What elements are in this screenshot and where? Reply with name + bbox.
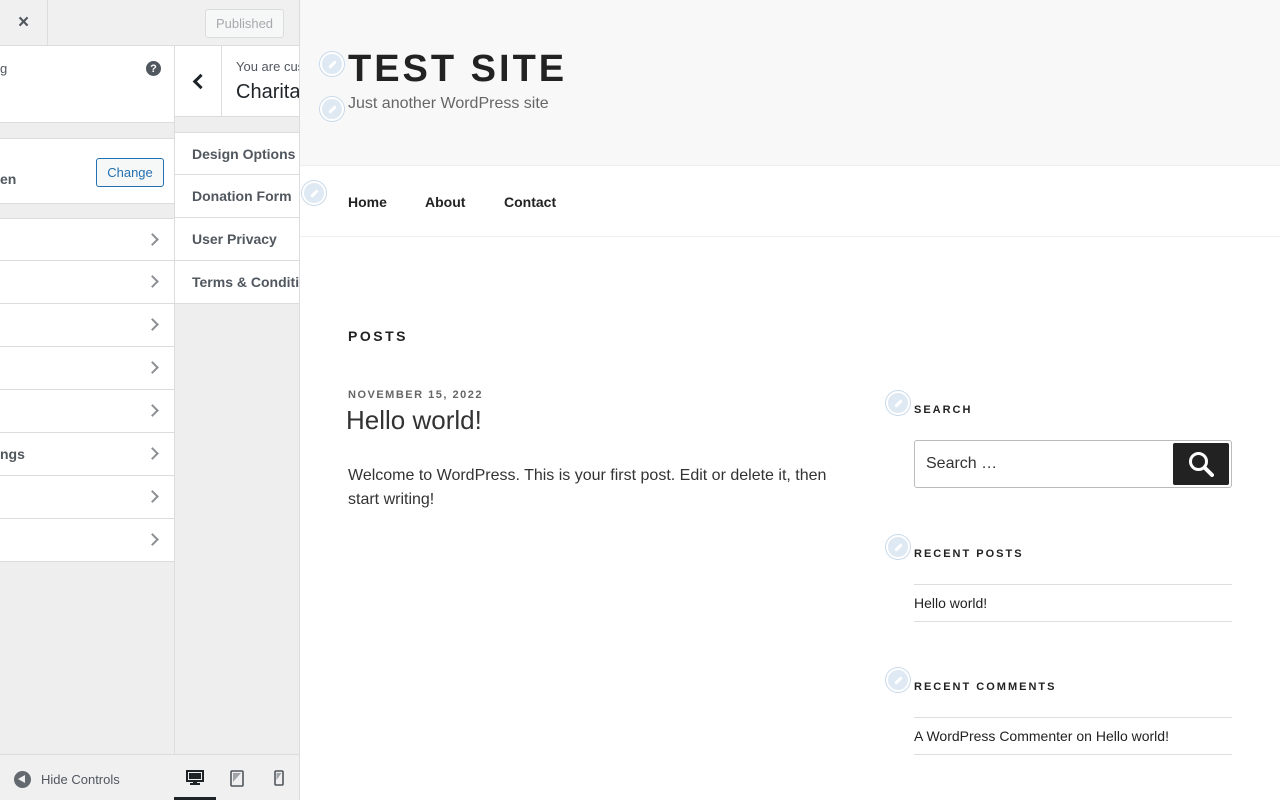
charitable-panel: You are customizing Charitable Design Op… — [174, 46, 300, 800]
preview-mobile-button[interactable] — [258, 755, 299, 800]
site-preview: TEST SITE Just another WordPress site Ho… — [300, 0, 1280, 800]
post-date[interactable]: NOVEMBER 15, 2022 — [348, 389, 483, 401]
back-button[interactable] — [175, 46, 222, 116]
site-navigation: Home About Contact — [300, 166, 1280, 237]
customizer-footer: Hide Controls — [0, 754, 299, 800]
root-section-list: ngs — [0, 218, 174, 562]
nav-item-contact[interactable]: Contact — [504, 194, 556, 210]
help-icon[interactable]: ? — [146, 61, 161, 76]
site-header: TEST SITE Just another WordPress site — [300, 0, 1280, 166]
section-user-privacy[interactable]: User Privacy — [175, 218, 299, 261]
post-excerpt: Welcome to WordPress. This is your first… — [348, 467, 827, 508]
comment-author-link[interactable]: A WordPress Commenter — [914, 728, 1072, 744]
chevron-right-icon — [146, 447, 159, 460]
section-label: Terms & Conditions — [192, 274, 300, 290]
recent-post-link[interactable]: Hello world! — [914, 595, 987, 611]
post-title[interactable]: Hello world! — [346, 405, 482, 436]
root-section-item[interactable] — [0, 476, 174, 519]
panel-title: Charitable — [236, 81, 300, 103]
root-section-item[interactable] — [0, 519, 174, 562]
edit-shortcut-icon[interactable] — [320, 97, 344, 121]
active-theme-name: en — [0, 171, 17, 187]
customizer-info: g ? — [0, 46, 174, 123]
root-section-item[interactable] — [0, 390, 174, 433]
edit-shortcut-icon[interactable] — [886, 391, 910, 415]
active-theme-section: en Change — [0, 138, 174, 204]
edit-shortcut-icon[interactable] — [886, 535, 910, 559]
nav-item-about[interactable]: About — [425, 194, 465, 210]
chevron-right-icon — [146, 490, 159, 503]
section-label: User Privacy — [192, 231, 277, 247]
search-input[interactable] — [915, 441, 1173, 487]
recent-comment-item: A WordPress Commenter on Hello world! — [914, 728, 1169, 744]
desktop-icon — [186, 770, 204, 785]
section-label: Donation Form — [192, 188, 292, 204]
comment-on-text: on — [1076, 728, 1092, 744]
divider — [914, 717, 1232, 718]
comment-post-link[interactable]: Hello world! — [1096, 728, 1169, 744]
divider — [914, 621, 1232, 622]
publish-button[interactable]: Published — [205, 9, 284, 38]
recent-comments-title: RECENT COMMENTS — [914, 681, 1057, 693]
nav-item-home[interactable]: Home — [348, 194, 387, 210]
root-section-item[interactable] — [0, 261, 174, 304]
search-widget-title: SEARCH — [914, 404, 973, 416]
search-form — [914, 440, 1232, 488]
chevron-left-icon — [192, 73, 209, 90]
root-section-item[interactable]: ngs — [0, 433, 174, 476]
hide-controls-button[interactable]: Hide Controls — [14, 770, 120, 788]
site-title[interactable]: TEST SITE — [348, 48, 567, 91]
change-theme-button[interactable]: Change — [96, 158, 164, 187]
site-tagline: Just another WordPress site — [348, 95, 549, 112]
root-section-item[interactable] — [0, 304, 174, 347]
tablet-icon — [230, 769, 244, 787]
edit-shortcut-icon[interactable] — [302, 181, 326, 205]
root-section-label: ngs — [0, 446, 25, 462]
mobile-icon — [274, 770, 284, 786]
chevron-right-icon — [146, 404, 159, 417]
root-section-item[interactable] — [0, 218, 174, 261]
section-donation-form[interactable]: Donation Form — [175, 175, 299, 218]
collapse-sidebar-icon — [14, 770, 31, 788]
edit-shortcut-icon[interactable] — [320, 52, 344, 76]
customizer-info-text: g — [0, 61, 8, 76]
chevron-right-icon — [146, 275, 159, 288]
customizer-root-panel: g ? en Change ngs — [0, 46, 174, 800]
customizer-header: × Published — [0, 0, 299, 46]
chevron-right-icon — [146, 533, 159, 546]
search-submit-button[interactable] — [1173, 443, 1229, 485]
hide-controls-label: Hide Controls — [41, 771, 120, 787]
divider — [914, 584, 1232, 585]
chevron-right-icon — [146, 318, 159, 331]
customizer-sidebar: × Published g ? en Change ngs You are cu… — [0, 0, 300, 800]
section-label: Design Options — [192, 146, 296, 162]
panel-header: You are customizing Charitable — [175, 46, 300, 117]
recent-posts-title: RECENT POSTS — [914, 548, 1024, 560]
preview-tablet-button[interactable] — [216, 755, 258, 800]
panel-section-list: Design Options Donation Form User Privac… — [175, 132, 300, 304]
root-section-item[interactable] — [0, 347, 174, 390]
section-design-options[interactable]: Design Options — [175, 132, 299, 175]
divider — [914, 754, 1232, 755]
section-terms-conditions[interactable]: Terms & Conditions — [175, 261, 300, 304]
posts-heading: POSTS — [348, 328, 408, 344]
chevron-right-icon — [146, 233, 159, 246]
close-customizer-button[interactable]: × — [0, 0, 48, 45]
edit-shortcut-icon[interactable] — [886, 668, 910, 692]
chevron-right-icon — [146, 361, 159, 374]
close-icon: × — [17, 11, 30, 33]
search-icon — [1189, 452, 1214, 477]
preview-desktop-button[interactable] — [174, 755, 216, 800]
customizing-label: You are customizing — [236, 59, 299, 74]
